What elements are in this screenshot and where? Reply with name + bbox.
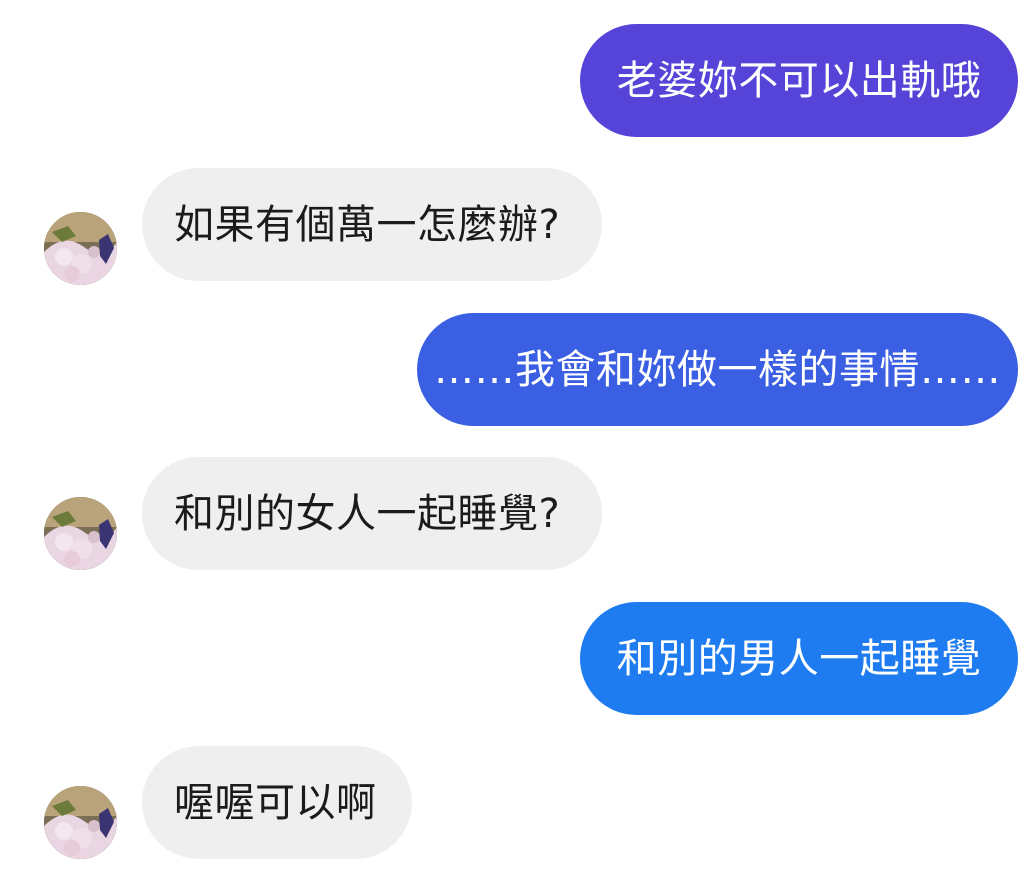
profile-avatar-icon (44, 212, 117, 285)
message-text: 喔喔可以啊 (174, 779, 377, 826)
contact-avatar[interactable] (44, 497, 117, 570)
incoming-message-bubble[interactable]: 如果有個萬一怎麼辦? (142, 168, 602, 281)
outgoing-message-bubble[interactable]: ……我會和妳做一樣的事情…… (417, 313, 1018, 426)
message-text: 和別的男人一起睡覺 (616, 635, 982, 682)
message-text: ……我會和妳做一樣的事情…… (434, 346, 1001, 393)
contact-avatar[interactable] (44, 212, 117, 285)
incoming-message-bubble[interactable]: 喔喔可以啊 (142, 746, 412, 859)
chat-thread[interactable]: 老婆妳不可以出軌哦 如果有個萬一怎麼辦? ……我會和妳做一樣的事情…… 和別的女… (0, 0, 1024, 879)
message-text: 和別的女人一起睡覺? (174, 490, 561, 537)
message-text: 如果有個萬一怎麼辦? (174, 201, 561, 248)
profile-avatar-icon (44, 786, 117, 859)
incoming-message-bubble[interactable]: 和別的女人一起睡覺? (142, 457, 602, 570)
outgoing-message-bubble[interactable]: 老婆妳不可以出軌哦 (580, 24, 1018, 137)
contact-avatar[interactable] (44, 786, 117, 859)
profile-avatar-icon (44, 497, 117, 570)
outgoing-message-bubble[interactable]: 和別的男人一起睡覺 (580, 602, 1018, 715)
message-text: 老婆妳不可以出軌哦 (616, 57, 982, 104)
